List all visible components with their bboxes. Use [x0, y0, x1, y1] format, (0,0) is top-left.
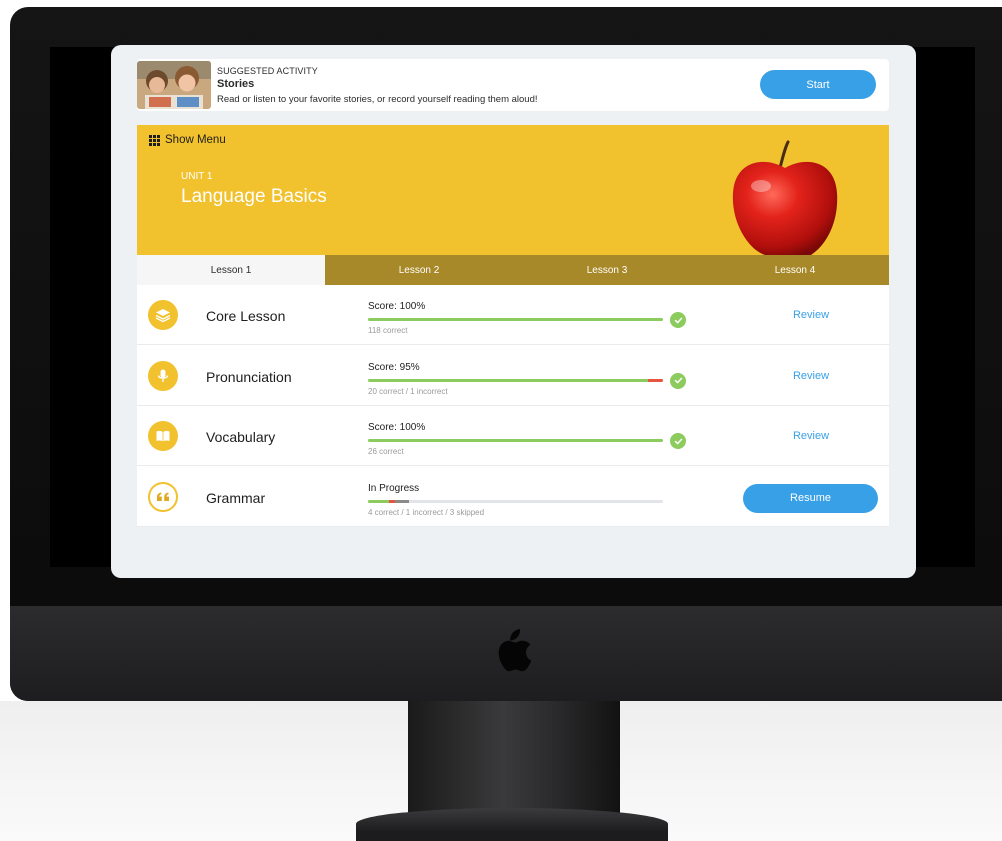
progress-segment-correct	[368, 378, 649, 382]
score-progress-bar	[368, 378, 663, 382]
lesson-tabs: Lesson 1 Lesson 2 Lesson 3 Lesson 4	[137, 255, 889, 285]
show-menu-button[interactable]: Show Menu	[149, 134, 226, 146]
apple-logo-icon	[498, 629, 532, 672]
review-link[interactable]: Review	[761, 370, 861, 382]
monitor-stand	[408, 701, 620, 816]
activity-row-core-lesson: Core Lesson Score: 100% 118 correct Review	[137, 285, 889, 345]
suggested-title: Stories	[217, 78, 255, 90]
suggested-activity-card[interactable]: SUGGESTED ACTIVITY Stories Read or liste…	[137, 59, 889, 111]
activity-row-pronunciation: Pronunciation Score: 95% 20 correct / 1 in…	[137, 346, 889, 406]
activity-name: Vocabulary	[206, 429, 276, 445]
red-apple-image	[732, 140, 838, 255]
tab-lesson-1[interactable]: Lesson 1	[137, 255, 325, 285]
layers-icon	[148, 300, 178, 330]
monitor-stand-base	[356, 808, 668, 841]
score-label: Score: 100%	[368, 422, 426, 433]
progress-segment-skipped	[394, 499, 410, 503]
tab-lesson-3[interactable]: Lesson 3	[513, 255, 701, 285]
score-progress-bar	[368, 318, 663, 321]
score-detail: 20 correct / 1 incorrect	[368, 386, 448, 396]
activity-name: Pronunciation	[206, 368, 292, 385]
activity-name: Grammar	[206, 489, 266, 506]
suggested-kicker: SUGGESTED ACTIVITY	[217, 66, 318, 76]
score-progress-bar	[368, 439, 663, 442]
microphone-icon	[148, 360, 178, 391]
score-label: In Progress	[368, 482, 420, 494]
unit-label: UNIT 1	[181, 171, 213, 182]
activity-row-grammar: Grammar In Progress 4 correct / 1 incorrec…	[137, 467, 889, 527]
unit-banner: Show Menu UNIT 1 Language Basics	[137, 125, 889, 255]
score-detail: 26 correct	[368, 447, 404, 456]
resume-button[interactable]: Resume	[743, 483, 878, 513]
activity-row-vocabulary: Vocabulary Score: 100% 26 correct Review	[137, 406, 889, 466]
checkmark-icon	[670, 372, 686, 389]
checkmark-icon	[670, 312, 686, 328]
tab-lesson-2[interactable]: Lesson 2	[325, 255, 513, 285]
progress-segment-incorrect	[648, 378, 663, 382]
score-label: Score: 95%	[368, 361, 420, 373]
suggested-description: Read or listen to your favorite stories,…	[217, 94, 538, 105]
activity-list: Core Lesson Score: 100% 118 correct Review P…	[137, 285, 889, 527]
checkmark-icon	[670, 433, 686, 449]
progress-segment-correct	[368, 439, 663, 442]
score-detail: 4 correct / 1 incorrect / 3 skipped	[368, 507, 485, 517]
score-label: Score: 100%	[368, 301, 426, 312]
review-link[interactable]: Review	[761, 309, 861, 321]
activity-name: Core Lesson	[206, 308, 286, 324]
progress-segment-correct	[368, 499, 389, 503]
start-button[interactable]: Start	[760, 70, 876, 99]
review-link[interactable]: Review	[761, 430, 861, 442]
quote-icon	[148, 481, 178, 512]
score-progress-bar	[368, 499, 663, 503]
stories-thumbnail	[137, 61, 211, 109]
tab-lesson-4[interactable]: Lesson 4	[701, 255, 889, 285]
score-detail: 118 correct	[368, 326, 408, 335]
book-icon	[148, 421, 178, 451]
grid-menu-icon	[149, 134, 160, 146]
show-menu-label: Show Menu	[165, 134, 226, 146]
progress-segment-correct	[368, 318, 663, 321]
app-window: SUGGESTED ACTIVITY Stories Read or liste…	[111, 45, 916, 578]
unit-title: Language Basics	[181, 186, 327, 207]
